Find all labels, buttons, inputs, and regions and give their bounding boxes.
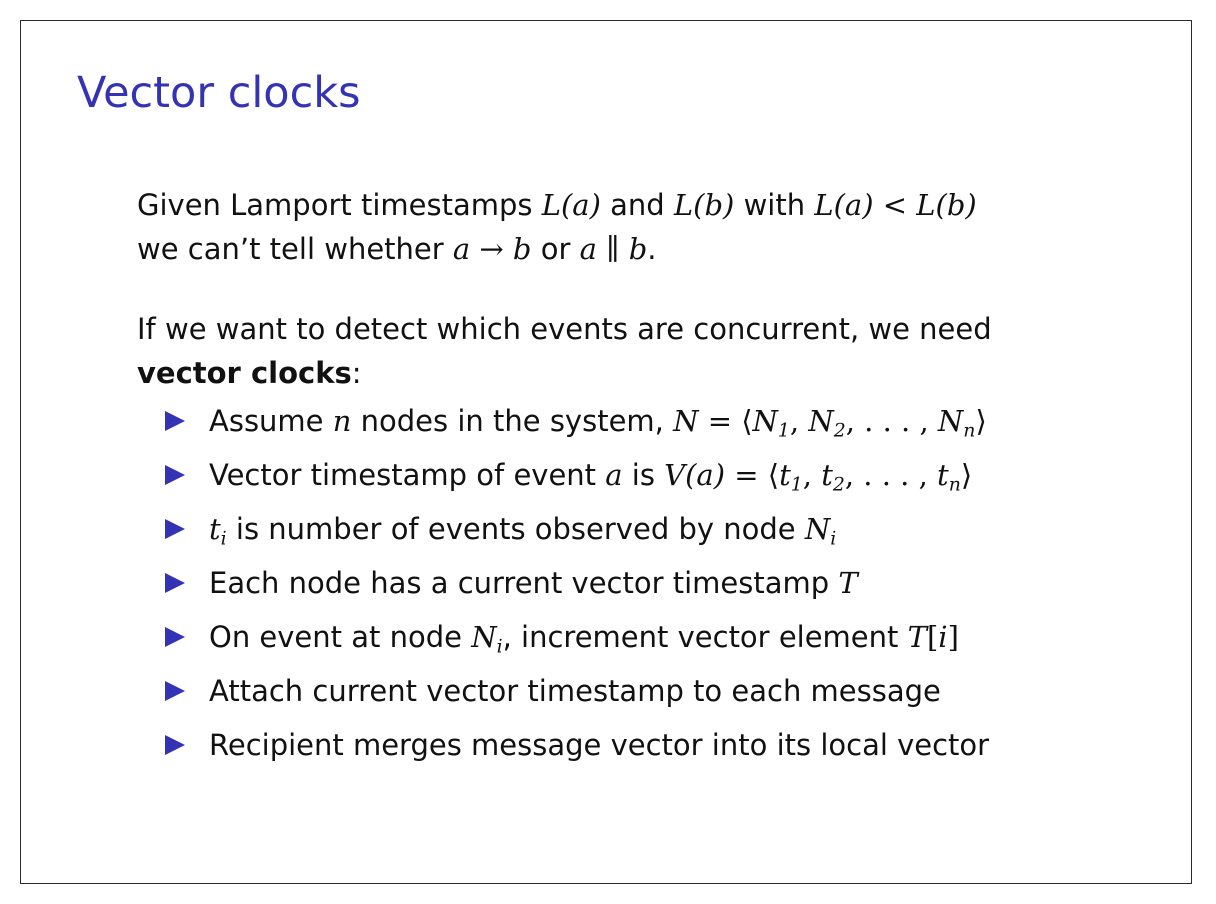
math-ellipsis: , . . . ,: [845, 404, 938, 438]
math-bracket: ]: [947, 620, 959, 654]
math-N: N: [937, 404, 964, 438]
math-eq: = ⟨: [725, 458, 780, 492]
math-t: t: [937, 458, 949, 492]
math-eq: = ⟨: [698, 404, 753, 438]
triangle-bullet-icon: [165, 627, 185, 647]
text: nodes in the system,: [351, 404, 674, 438]
triangle-bullet-icon: [165, 519, 185, 539]
math-comma: ,: [802, 458, 822, 492]
list-item: Assume n nodes in the system, N = ⟨N1, N…: [137, 399, 1157, 443]
math-t: t: [209, 512, 221, 546]
text: Attach current vector timestamp to each …: [209, 674, 941, 708]
bullet-list: Assume n nodes in the system, N = ⟨N1, N…: [137, 399, 1157, 767]
math-i: i: [938, 620, 948, 654]
triangle-bullet-icon: [165, 411, 185, 431]
math-sub: 1: [790, 474, 803, 496]
list-item: Each node has a current vector timestamp…: [137, 561, 1157, 605]
text: Given Lamport timestamps: [137, 188, 542, 222]
text: and: [600, 188, 674, 222]
math-t: t: [779, 458, 791, 492]
text: Vector timestamp of event: [209, 458, 606, 492]
math-close: ⟩: [975, 404, 987, 438]
math-a: a: [605, 458, 623, 492]
text: If we want to detect which events are co…: [137, 312, 992, 346]
math-Va: V(a): [664, 458, 726, 492]
math-sub: n: [963, 420, 976, 442]
text: or: [531, 232, 580, 266]
math-bracket: [: [926, 620, 939, 654]
math-T: T: [838, 566, 858, 600]
paragraph-lamport: Given Lamport timestamps L(a) and L(b) w…: [137, 183, 1157, 271]
math-N: N: [804, 512, 831, 546]
triangle-bullet-icon: [165, 465, 185, 485]
math-lb: L(b): [673, 188, 735, 222]
math-la: L(a): [541, 188, 601, 222]
text: , increment vector element: [502, 620, 908, 654]
list-item: Recipient merges message vector into its…: [137, 723, 1157, 767]
text: with: [734, 188, 815, 222]
text: Recipient merges message vector into its…: [209, 728, 990, 762]
list-item: Vector timestamp of event a is V(a) = ⟨t…: [137, 453, 1157, 497]
math-sub: i: [830, 528, 837, 550]
text: Each node has a current vector timestamp: [209, 566, 839, 600]
list-item: ti is number of events observed by node …: [137, 507, 1157, 551]
math-T: T: [907, 620, 927, 654]
math-sub: 2: [832, 474, 845, 496]
triangle-bullet-icon: [165, 573, 185, 593]
slide-content: Given Lamport timestamps L(a) and L(b) w…: [137, 183, 1157, 767]
triangle-bullet-icon: [165, 735, 185, 755]
math-t: t: [821, 458, 833, 492]
math-ellipsis: , . . . ,: [844, 458, 938, 492]
math-sub: n: [948, 474, 961, 496]
bold-term: vector clocks: [137, 356, 352, 390]
text: is: [622, 458, 665, 492]
math-sub: 2: [833, 420, 846, 442]
slide-frame: Vector clocks Given Lamport timestamps L…: [20, 20, 1192, 884]
math-happens-before: a → b: [452, 232, 532, 266]
triangle-bullet-icon: [165, 681, 185, 701]
math-concurrent: a ∥ b: [579, 232, 648, 266]
math-N: N: [752, 404, 778, 438]
text: we can’t tell whether: [137, 232, 453, 266]
text: :: [351, 356, 362, 390]
math-comma: ,: [789, 404, 809, 438]
slide-title: Vector clocks: [77, 68, 361, 118]
paragraph-vector-clocks: If we want to detect which events are co…: [137, 307, 1157, 395]
text: .: [647, 232, 657, 266]
math-N: N: [808, 404, 834, 438]
list-item: Attach current vector timestamp to each …: [137, 669, 1157, 713]
text: is number of events observed by node: [226, 512, 805, 546]
math-N: N: [471, 620, 497, 654]
list-item: On event at node Ni , increment vector el…: [137, 615, 1157, 659]
math-close: ⟩: [960, 458, 973, 492]
math-N: N: [673, 404, 699, 438]
math-inequality: L(a) < L(b): [814, 188, 977, 222]
math-n: n: [332, 404, 352, 438]
math-sub: 1: [777, 420, 790, 442]
text: Assume: [209, 404, 333, 438]
text: On event at node: [209, 620, 472, 654]
